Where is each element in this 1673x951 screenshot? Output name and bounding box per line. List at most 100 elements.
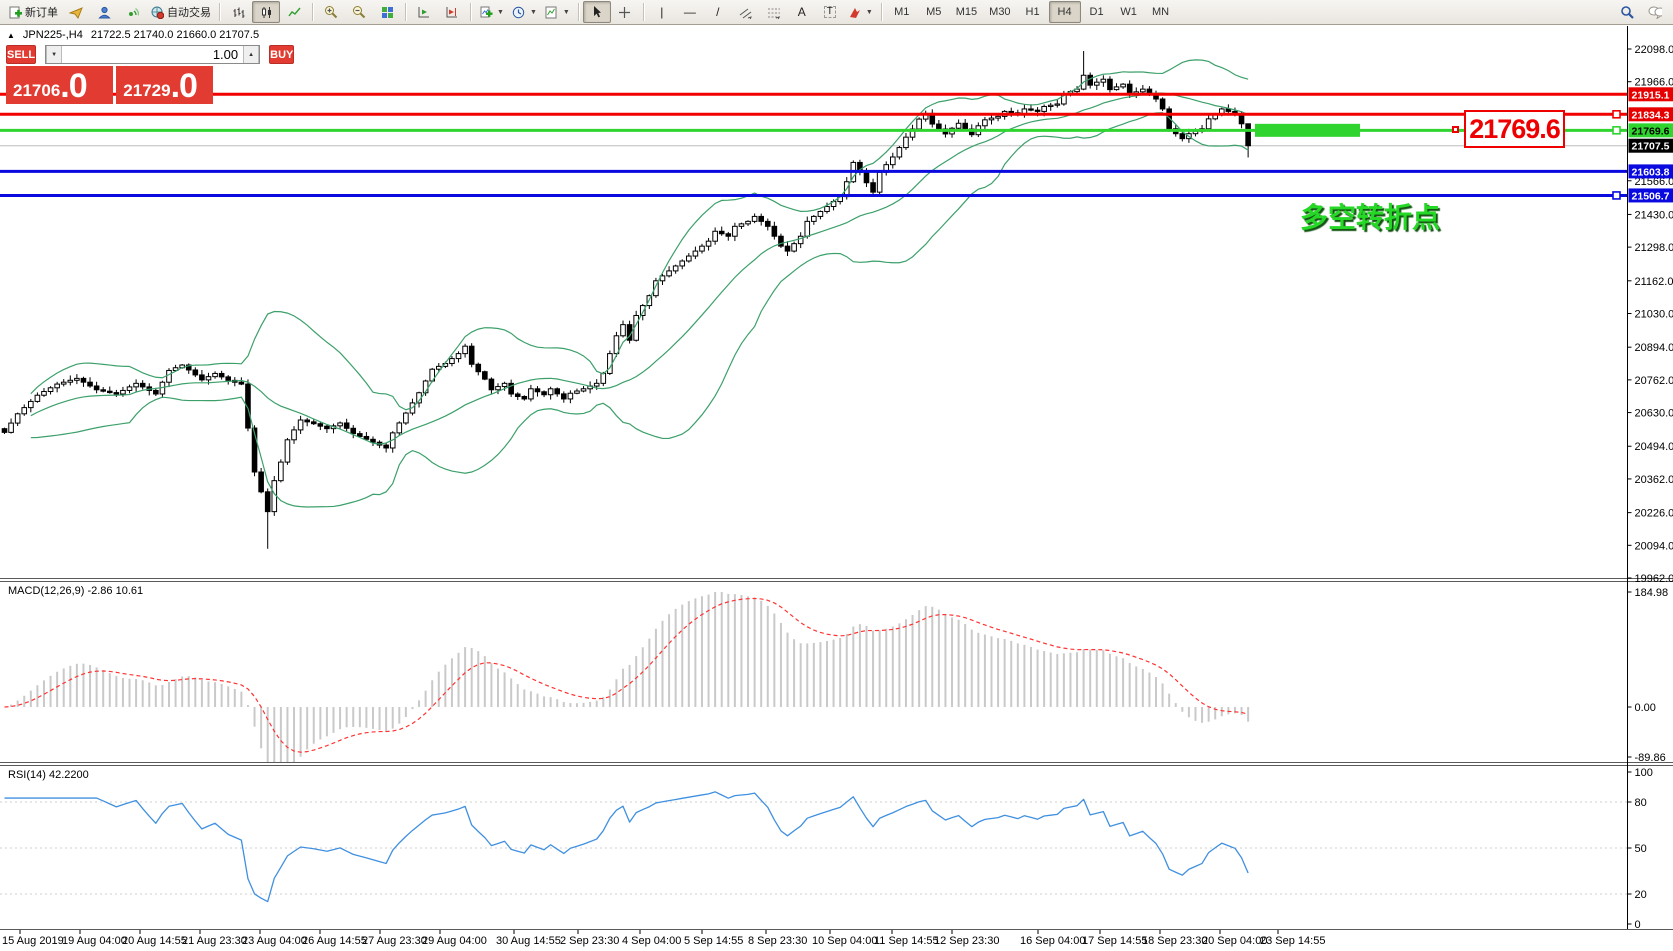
- svg-text:30 Aug 14:55: 30 Aug 14:55: [496, 935, 561, 947]
- timeframe-m5-button[interactable]: M5: [918, 1, 950, 23]
- chart-shift-button[interactable]: [438, 1, 466, 23]
- svg-text:-89.86: -89.86: [1635, 752, 1666, 764]
- one-click-trading-panel: SELL ▼ ▲ BUY 21706 .0 21729 .0: [6, 45, 213, 104]
- fibonacci-tool-button[interactable]: [760, 1, 788, 23]
- dropdown-arrow-icon: ▼: [497, 9, 504, 16]
- timeframe-mn-button[interactable]: MN: [1145, 1, 1177, 23]
- timeframe-w1-button[interactable]: W1: [1113, 1, 1145, 23]
- svg-text:20894.0: 20894.0: [1635, 342, 1673, 354]
- new-order-button[interactable]: 新订单: [4, 1, 62, 23]
- auto-scroll-button[interactable]: [410, 1, 438, 23]
- clock-icon: [512, 5, 526, 19]
- channel-tool-button[interactable]: [732, 1, 760, 23]
- line-chart-button[interactable]: [280, 1, 308, 23]
- turning-point-annotation[interactable]: 多空转折点: [1300, 196, 1440, 236]
- trendline-icon: /: [716, 6, 719, 18]
- fibonacci-icon: [767, 5, 781, 19]
- vertical-line-tool-button[interactable]: |: [648, 1, 676, 23]
- svg-text:20630.0: 20630.0: [1635, 408, 1673, 420]
- dropdown-arrow-icon: ▼: [530, 9, 537, 16]
- svg-text:17 Sep 14:55: 17 Sep 14:55: [1082, 935, 1147, 947]
- svg-text:12 Sep 23:30: 12 Sep 23:30: [934, 935, 999, 947]
- buy-price[interactable]: 21729 .0: [116, 66, 213, 104]
- buy-price-main: 21729: [123, 82, 170, 99]
- line-anchor-marker[interactable]: [1613, 127, 1620, 134]
- profile-button[interactable]: [90, 1, 118, 23]
- text-tool-button[interactable]: A: [788, 1, 816, 23]
- send-report-button[interactable]: [62, 1, 90, 23]
- svg-text:21506.7: 21506.7: [1632, 190, 1670, 202]
- line-anchor-marker[interactable]: [1613, 192, 1620, 199]
- sell-price-main: 21706: [13, 82, 60, 99]
- vertical-line-icon: |: [660, 6, 663, 18]
- svg-text:21030.0: 21030.0: [1635, 309, 1673, 321]
- buy-button[interactable]: BUY: [269, 45, 294, 64]
- text-label-tool-button[interactable]: T: [816, 1, 844, 23]
- zoom-out-button[interactable]: [345, 1, 373, 23]
- cursor-tool-button[interactable]: [583, 1, 611, 23]
- svg-text:20094.0: 20094.0: [1635, 540, 1673, 552]
- chart-shift-icon: [445, 5, 459, 19]
- periods-button[interactable]: ▼: [508, 1, 541, 23]
- toolbar: 新订单 自动交易: [0, 0, 1673, 25]
- arrows-tool-button[interactable]: ▼: [844, 1, 877, 23]
- auto-scroll-icon: [417, 5, 431, 19]
- timeframe-m30-button[interactable]: M30: [983, 1, 1016, 23]
- signal-icon: [125, 5, 139, 19]
- toolbar-separator: [578, 3, 579, 21]
- timeframe-h4-button[interactable]: H4: [1049, 1, 1081, 23]
- svg-text:20 Aug 14:55: 20 Aug 14:55: [122, 935, 187, 947]
- timeframe-m15-button[interactable]: M15: [950, 1, 983, 23]
- svg-text:23 Aug 04:00: 23 Aug 04:00: [242, 935, 307, 947]
- search-button[interactable]: [1613, 1, 1641, 23]
- svg-text:4 Sep 04:00: 4 Sep 04:00: [622, 935, 681, 947]
- svg-text:21603.8: 21603.8: [1632, 166, 1670, 178]
- tile-windows-button[interactable]: [373, 1, 401, 23]
- auto-trading-button[interactable]: 自动交易: [146, 1, 215, 23]
- price-axis-badge: 21707.5: [1629, 139, 1673, 153]
- crosshair-tool-button[interactable]: [611, 1, 639, 23]
- candlestick-chart-button[interactable]: [252, 1, 280, 23]
- timeframe-m1-button[interactable]: M1: [886, 1, 918, 23]
- sell-price-frac: .0: [60, 69, 86, 103]
- chart-canvas[interactable]: 22098.021966.021566.021430.021298.021162…: [0, 0, 1673, 951]
- svg-text:20494.0: 20494.0: [1635, 441, 1673, 453]
- sell-button[interactable]: SELL: [6, 45, 36, 64]
- chat-button[interactable]: [1641, 1, 1669, 23]
- bar-chart-button[interactable]: [224, 1, 252, 23]
- volume-decrease-button[interactable]: ▼: [46, 46, 62, 63]
- timeframe-d1-button[interactable]: D1: [1081, 1, 1113, 23]
- svg-text:0.00: 0.00: [1635, 702, 1656, 714]
- line-anchor-marker[interactable]: [1613, 111, 1620, 118]
- price-level-text-label[interactable]: 21769.6: [1464, 110, 1565, 148]
- svg-text:21430.0: 21430.0: [1635, 209, 1673, 221]
- key-level-highlight-bar[interactable]: [1255, 124, 1360, 137]
- volume-input[interactable]: [62, 46, 243, 63]
- news-signal-button[interactable]: [118, 1, 146, 23]
- text-label-icon: T: [824, 6, 836, 18]
- horizontal-line-tool-button[interactable]: —: [676, 1, 704, 23]
- trendline-tool-button[interactable]: /: [704, 1, 732, 23]
- tile-windows-icon: [380, 5, 394, 19]
- toolbar-separator: [470, 3, 471, 21]
- volume-increase-button[interactable]: ▲: [243, 46, 259, 63]
- svg-text:21834.3: 21834.3: [1632, 109, 1670, 121]
- templates-button[interactable]: ▼: [541, 1, 574, 23]
- text-tool-icon: A: [798, 6, 806, 18]
- svg-text:18 Sep 23:30: 18 Sep 23:30: [1142, 935, 1207, 947]
- macd-indicator-label: MACD(12,26,9) -2.86 10.61: [8, 585, 143, 597]
- toolbar-separator: [405, 3, 406, 21]
- zoom-in-button[interactable]: [317, 1, 345, 23]
- sell-price[interactable]: 21706 .0: [6, 66, 113, 104]
- svg-text:19962.0: 19962.0: [1635, 573, 1673, 585]
- buy-price-frac: .0: [171, 69, 197, 103]
- timeframe-h1-button[interactable]: H1: [1017, 1, 1049, 23]
- price-axis-badge: 21834.3: [1629, 107, 1673, 121]
- svg-text:19 Aug 04:00: 19 Aug 04:00: [62, 935, 127, 947]
- indicators-button[interactable]: ▼: [475, 1, 508, 23]
- price-axis-badge: 21769.6: [1629, 123, 1673, 137]
- rsi-indicator-label: RSI(14) 42.2200: [8, 769, 89, 781]
- svg-text:80: 80: [1635, 797, 1647, 809]
- toolbar-separator: [881, 3, 882, 21]
- price-level-anchor-marker[interactable]: [1452, 126, 1459, 133]
